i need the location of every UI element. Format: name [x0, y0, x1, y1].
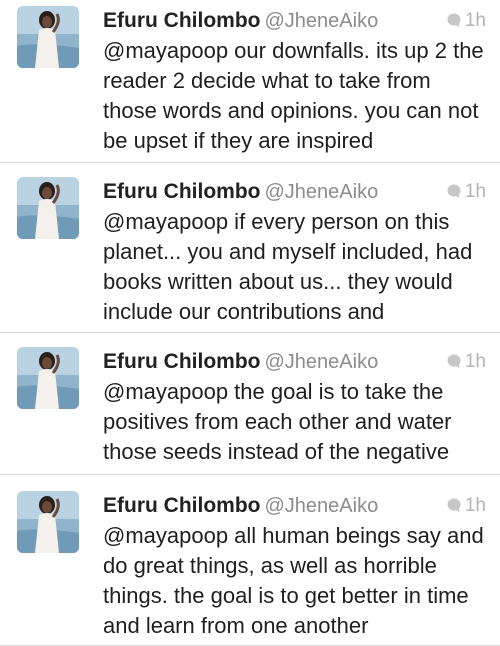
- tweet-time-label: 1h: [464, 495, 486, 516]
- tweet-timeline: Efuru Chilombo @JheneAiko 1h @mayapoop ou…: [0, 0, 500, 646]
- tweet-text: @mayapoop all human beings say and do gr…: [103, 523, 484, 638]
- avatar[interactable]: [17, 177, 79, 239]
- author-name[interactable]: Efuru Chilombo: [103, 350, 260, 373]
- tweet-item[interactable]: Efuru Chilombo @JheneAiko 1h @mayapoop th…: [0, 333, 500, 475]
- reply-bubble-icon: [447, 498, 461, 512]
- author-name[interactable]: Efuru Chilombo: [103, 494, 260, 517]
- tweet-item[interactable]: Efuru Chilombo @JheneAiko 1h @mayapoop ou…: [0, 0, 500, 163]
- reply-bubble-icon: [447, 184, 461, 198]
- author-handle[interactable]: @JheneAiko: [264, 495, 378, 517]
- tweet-time-label: 1h: [464, 351, 486, 372]
- tweet-timestamp: 1h: [446, 177, 486, 207]
- tweet-text: @mayapoop if every person on this planet…: [103, 209, 473, 324]
- reply-bubble-icon: [447, 354, 461, 368]
- tweet-time-label: 1h: [464, 10, 486, 31]
- avatar[interactable]: [17, 6, 79, 68]
- author-handle[interactable]: @JheneAiko: [264, 351, 378, 373]
- avatar[interactable]: [17, 491, 79, 553]
- tweet-timestamp: 1h: [446, 491, 486, 521]
- avatar[interactable]: [17, 347, 79, 409]
- tweet-time-label: 1h: [464, 181, 486, 202]
- author-handle[interactable]: @JheneAiko: [264, 181, 378, 203]
- tweet-timestamp: 1h: [446, 6, 486, 36]
- author-name[interactable]: Efuru Chilombo: [103, 9, 260, 32]
- tweet-text: @mayapoop the goal is to take the positi…: [103, 379, 452, 464]
- author-handle[interactable]: @JheneAiko: [264, 10, 378, 32]
- tweet-item[interactable]: Efuru Chilombo @JheneAiko 1h @mayapoop al…: [0, 475, 500, 646]
- tweet-item[interactable]: Efuru Chilombo @JheneAiko 1h @mayapoop if…: [0, 163, 500, 333]
- tweet-text: @mayapoop our downfalls. its up 2 the re…: [103, 38, 484, 153]
- author-name[interactable]: Efuru Chilombo: [103, 180, 260, 203]
- tweet-timestamp: 1h: [446, 347, 486, 377]
- reply-bubble-icon: [447, 13, 461, 27]
